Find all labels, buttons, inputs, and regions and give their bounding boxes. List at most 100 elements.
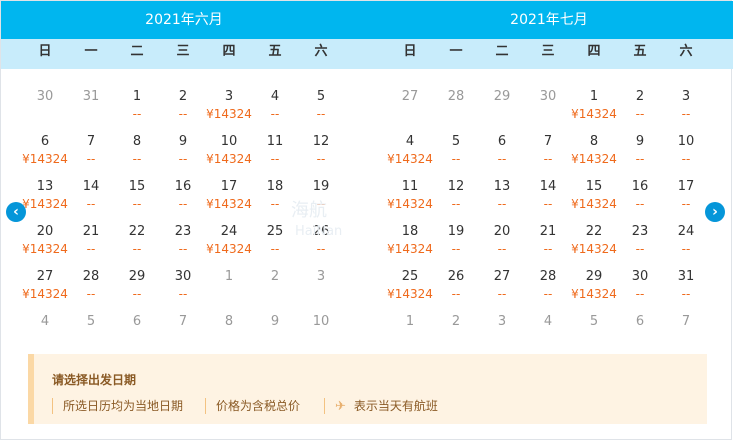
day-price: ¥14324 [206,242,252,256]
calendar-day-other-month: 4 [22,313,68,353]
calendar-day[interactable]: 1 ¥14324 [571,88,617,128]
weekday-label: 二 [130,44,144,59]
calendar-day[interactable]: 15 ¥14324 [571,178,617,218]
day-number: 30 [36,89,54,104]
calendar-day[interactable]: 9 -- [617,133,663,173]
day-price: -- [635,197,645,211]
day-price: -- [543,152,553,166]
calendar-day[interactable]: 27 -- [479,268,525,308]
calendar-day[interactable]: 13 ¥14324 [22,178,68,218]
weekday-label: 六 [314,44,328,59]
calendar-day[interactable]: 28 -- [68,268,114,308]
day-price: -- [635,242,645,256]
calendar-day[interactable]: 5 -- [298,88,344,128]
day-price: -- [681,287,691,301]
calendar-day[interactable]: 17 -- [663,178,709,218]
day-number: 7 [681,314,691,329]
calendar-day[interactable]: 30 -- [160,268,206,308]
day-price: -- [451,287,461,301]
watermark-text: 海航 [291,200,327,221]
day-number: 1 [589,89,599,104]
day-price [298,286,344,302]
day-number: 28 [539,269,557,284]
calendar-day[interactable]: 13 -- [479,178,525,218]
tips-box: 请选择出发日期 所选日历均为当地日期 价格为含税总价 ✈ 表示当天有航班 [28,354,707,424]
day-price: -- [497,197,507,211]
calendar-day[interactable]: 4 -- [252,88,298,128]
calendar-day[interactable]: 8 ¥14324 [571,133,617,173]
calendar-day[interactable]: 11 -- [252,133,298,173]
calendar-day[interactable]: 20 ¥14324 [22,223,68,263]
next-month-button[interactable]: › [705,202,725,222]
day-number: 3 [316,269,326,284]
calendar-day-other-month: 4 [525,313,571,353]
day-number: 16 [174,179,192,194]
calendar-day[interactable]: 14 -- [525,178,571,218]
weekday-header-row: 日一二三四五六日一二三四五六 [1,39,733,69]
calendar-day[interactable]: 4 ¥14324 [387,133,433,173]
calendar-day[interactable]: 26 -- [433,268,479,308]
calendar-day[interactable]: 8 -- [114,133,160,173]
calendar-day[interactable]: 24 -- [663,223,709,263]
calendar-day[interactable]: 21 -- [525,223,571,263]
day-price [617,331,663,347]
day-price: ¥14324 [22,152,68,166]
calendar-day[interactable]: 9 -- [160,133,206,173]
calendar-day[interactable]: 6 ¥14324 [22,133,68,173]
calendar-day[interactable]: 23 -- [617,223,663,263]
day-price: -- [270,152,280,166]
calendar-day[interactable]: 6 -- [479,133,525,173]
calendar-day[interactable]: 22 ¥14324 [571,223,617,263]
calendar-day[interactable]: 29 ¥14324 [571,268,617,308]
calendar-day[interactable]: 23 -- [160,223,206,263]
calendar-day[interactable]: 25 ¥14324 [387,268,433,308]
calendar-day[interactable]: 10 ¥14324 [206,133,252,173]
day-price: -- [132,242,142,256]
day-number: 2 [451,314,461,329]
calendar-day[interactable]: 2 -- [617,88,663,128]
calendar-day[interactable]: 28 -- [525,268,571,308]
calendar-day[interactable]: 16 -- [160,178,206,218]
calendar-day[interactable]: 31 -- [663,268,709,308]
calendar-day[interactable]: 29 -- [114,268,160,308]
calendar-day[interactable]: 15 -- [114,178,160,218]
day-price: ¥14324 [206,152,252,166]
day-price [22,106,68,122]
calendar-day[interactable]: 30 -- [617,268,663,308]
day-number: 15 [585,179,603,194]
calendar-day[interactable]: 1 -- [114,88,160,128]
calendar-day[interactable]: 3 ¥14324 [206,88,252,128]
calendar-day[interactable]: 7 -- [68,133,114,173]
weekday-label: 五 [633,44,647,59]
prev-month-button[interactable]: ‹ [6,202,26,222]
day-price [479,106,525,122]
day-price [114,331,160,347]
calendar-day[interactable]: 10 -- [663,133,709,173]
calendar-day[interactable]: 21 -- [68,223,114,263]
calendar-day[interactable]: 12 -- [298,133,344,173]
calendar-day[interactable]: 22 -- [114,223,160,263]
watermark: 海航 HaiNan [291,196,441,246]
day-number: 31 [82,89,100,104]
calendar-day[interactable]: 27 ¥14324 [22,268,68,308]
calendar-day[interactable]: 3 -- [663,88,709,128]
calendar-day[interactable]: 5 -- [433,133,479,173]
day-number: 16 [631,179,649,194]
weekday-label: 四 [587,44,601,59]
tips-title: 请选择出发日期 [52,373,137,387]
day-number: 24 [677,224,695,239]
day-price: -- [543,242,553,256]
day-number: 5 [589,314,599,329]
calendar-day[interactable]: 16 -- [617,178,663,218]
calendar-day[interactable]: 20 -- [479,223,525,263]
calendar-day[interactable]: 24 ¥14324 [206,223,252,263]
day-price: -- [178,152,188,166]
day-price: ¥14324 [571,152,617,166]
calendar-day-other-month: 1 [387,313,433,353]
plane-icon: ✈ [335,399,346,414]
calendar-day[interactable]: 7 -- [525,133,571,173]
calendar-day[interactable]: 2 -- [160,88,206,128]
day-number: 6 [635,314,645,329]
calendar-day[interactable]: 17 ¥14324 [206,178,252,218]
calendar-day[interactable]: 14 -- [68,178,114,218]
